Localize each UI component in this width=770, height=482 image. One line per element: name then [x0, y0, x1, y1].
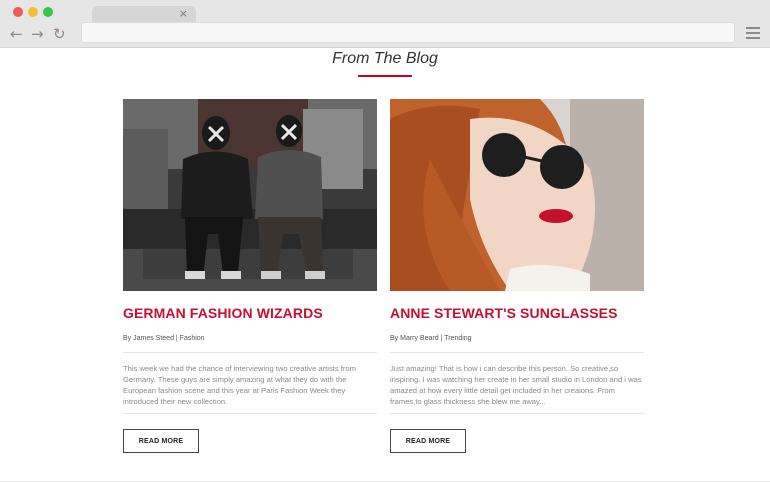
arrow-left-icon[interactable]: ←	[10, 25, 23, 43]
blog-post-card: GERMAN FASHION WIZARDS By James Steed | …	[123, 99, 377, 453]
divider	[390, 352, 644, 353]
post-photo-two-masked-men	[123, 99, 377, 291]
blog-post-card: ANNE STEWART'S SUNGLASSES By Marry Beard…	[390, 99, 644, 453]
hamburger-menu-icon[interactable]	[746, 27, 760, 39]
address-bar[interactable]	[81, 22, 735, 43]
browser-tab[interactable]: ×	[92, 6, 196, 22]
reload-icon[interactable]: ↻	[53, 25, 66, 43]
section-title: From The Blog	[332, 50, 438, 67]
post-title[interactable]: ANNE STEWART'S SUNGLASSES	[390, 304, 644, 322]
maximize-window-button[interactable]	[43, 7, 53, 17]
divider	[123, 352, 377, 353]
post-photo-woman-sunglasses	[390, 99, 644, 291]
read-more-button[interactable]: READ MORE	[123, 429, 199, 453]
post-image[interactable]	[123, 99, 377, 291]
minimize-window-button[interactable]	[28, 7, 38, 17]
post-image[interactable]	[390, 99, 644, 291]
post-byline: By Marry Beard | Trending	[390, 335, 472, 342]
tab-close-icon[interactable]: ×	[179, 7, 188, 21]
post-excerpt: This week we had the chance of interview…	[123, 364, 356, 406]
arrow-right-icon[interactable]: →	[31, 25, 44, 43]
post-title[interactable]: GERMAN FASHION WIZARDS	[123, 304, 377, 322]
browser-chrome: × ← → ↻	[0, 0, 770, 48]
title-underline	[358, 75, 412, 77]
post-excerpt: Just amazing! That is how i can describe…	[390, 364, 642, 406]
post-byline: By James Steed | Fashion	[123, 335, 205, 342]
divider	[390, 413, 644, 414]
close-window-button[interactable]	[13, 7, 23, 17]
divider	[123, 413, 377, 414]
read-more-button[interactable]: READ MORE	[390, 429, 466, 453]
